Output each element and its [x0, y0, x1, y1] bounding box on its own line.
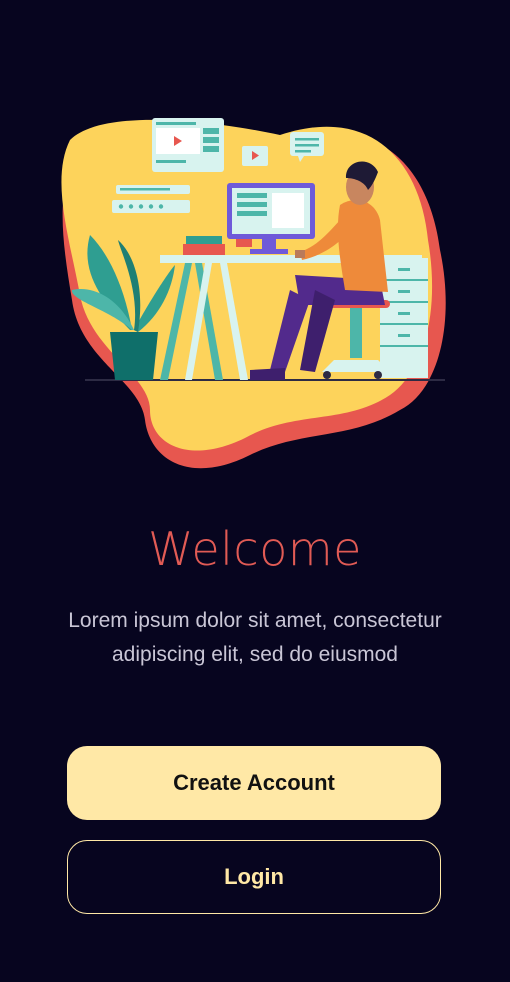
login-button-label: Login: [224, 864, 284, 889]
video-card-small: [242, 146, 268, 166]
welcome-illustration: [61, 118, 446, 469]
create-account-button-label: Create Account: [173, 770, 335, 795]
video-card-large: [152, 118, 224, 172]
welcome-title: Welcome: [148, 522, 362, 576]
drawer-cabinet: [380, 258, 428, 378]
login-button[interactable]: Login: [67, 840, 441, 914]
welcome-subtitle: Lorem ipsum dolor sit amet, consectetur …: [68, 609, 442, 666]
create-account-button[interactable]: Create Account: [67, 746, 441, 820]
